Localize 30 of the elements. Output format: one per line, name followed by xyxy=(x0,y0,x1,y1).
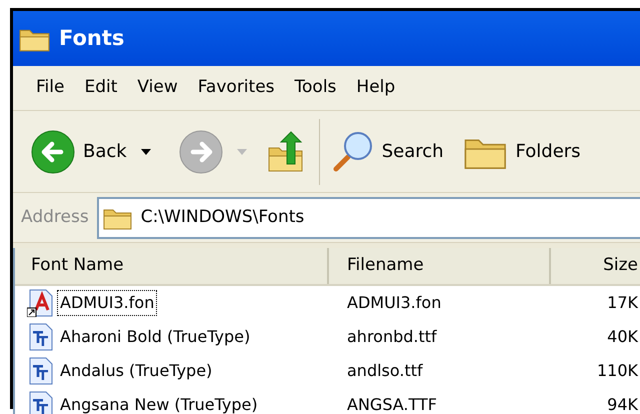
menu-item[interactable]: Favorites xyxy=(188,75,284,101)
file-name[interactable]: ADMUI3.fon xyxy=(57,290,158,316)
dropdown-icon[interactable] xyxy=(140,148,151,154)
address-label: Address xyxy=(20,206,90,229)
column-header[interactable]: Font Name xyxy=(15,248,329,284)
column-header[interactable]: Size xyxy=(551,248,640,284)
table-cell-text: 17K xyxy=(607,292,638,314)
folders-button[interactable]: Folders xyxy=(464,132,581,172)
file-name[interactable]: Angsana New (TrueType) xyxy=(57,392,261,414)
table-cell-text: 40K xyxy=(607,326,638,348)
column-header[interactable]: Filename xyxy=(329,248,551,284)
address-field[interactable]: C:\WINDOWS\Fonts xyxy=(96,196,640,238)
table-cell-text: 110K xyxy=(596,360,638,382)
menu-item[interactable]: Help xyxy=(347,75,404,101)
table-cell-text: 94K xyxy=(607,394,638,414)
window-title: Fonts xyxy=(59,24,124,52)
back-icon[interactable] xyxy=(31,130,75,174)
menu-item[interactable]: Edit xyxy=(75,75,126,101)
table-cell-text: ADMUI3.fon xyxy=(346,292,442,314)
folder-up-icon[interactable] xyxy=(266,130,305,174)
file-name[interactable]: Andalus (TrueType) xyxy=(57,358,216,384)
search-button[interactable]: Search xyxy=(330,128,444,174)
menu-item[interactable]: Tools xyxy=(286,75,346,101)
table-cell-text: andlso.ttf xyxy=(346,360,424,382)
menu-item[interactable]: File xyxy=(27,75,74,101)
back-button[interactable]: Back xyxy=(31,130,127,174)
file-name[interactable]: Aharoni Bold (TrueType) xyxy=(57,324,254,350)
table-cell-text: ANGSA.TTF xyxy=(346,394,438,414)
menu-item[interactable]: View xyxy=(128,75,187,101)
table-cell-text: ahronbd.ttf xyxy=(346,326,438,348)
